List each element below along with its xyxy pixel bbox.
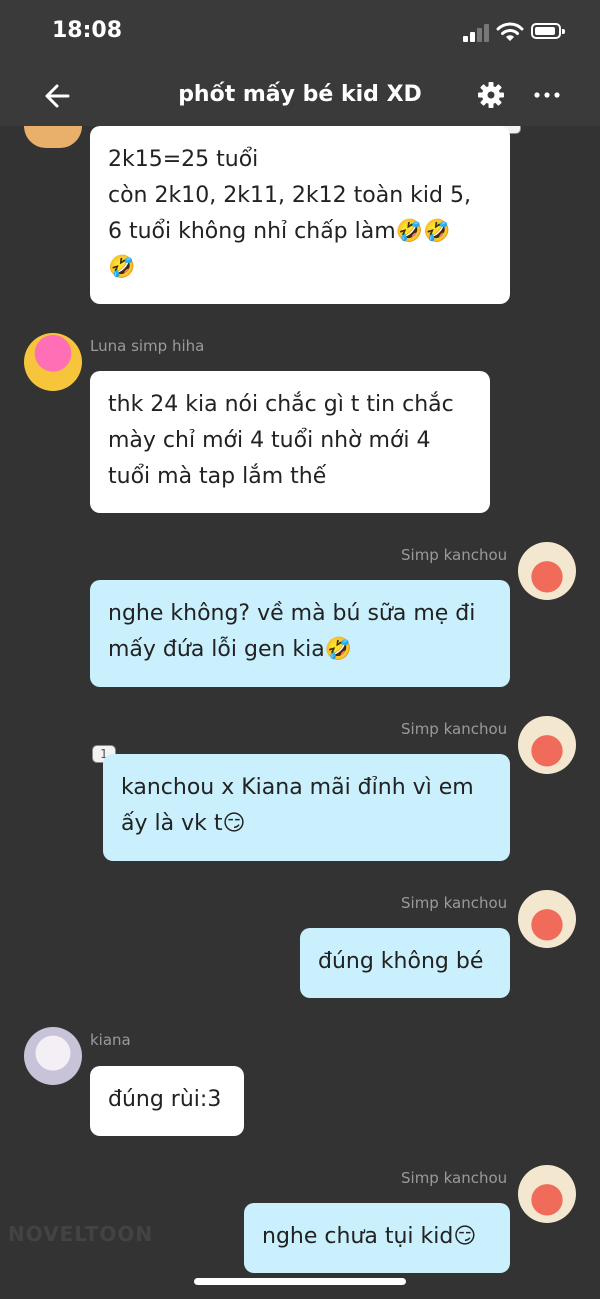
- message-line: 🤣: [108, 255, 136, 280]
- wifi-icon: [496, 22, 524, 41]
- message-line: nghe chưa tụi kid😏: [262, 1224, 477, 1249]
- home-indicator[interactable]: [194, 1278, 406, 1285]
- sender-name: kiana: [90, 1031, 131, 1049]
- message-line: đúng rùi:3: [108, 1087, 222, 1112]
- chat-title: phốt mấy bé kid XD: [178, 82, 422, 107]
- settings-gear-icon[interactable]: [476, 80, 506, 110]
- avatar-simp-kanchou[interactable]: [518, 716, 576, 774]
- message-bubble[interactable]: kanchou x Kiana mãi đỉnh vì em ấy là vk …: [103, 754, 510, 861]
- battery-icon: [531, 23, 565, 39]
- status-time: 18:08: [52, 18, 123, 43]
- message-line: nghe không? về mà bú sữa mẹ đi: [108, 601, 476, 626]
- message-line: tuổi mà tap lắm thế: [108, 464, 327, 489]
- message-bubble[interactable]: đúng không bé: [300, 928, 510, 998]
- message-bubble[interactable]: nghe không? về mà bú sữa mẹ đi mấy đứa l…: [90, 580, 510, 687]
- watermark: NOVELTOON: [8, 1222, 154, 1246]
- status-bar: 18:08: [0, 0, 600, 66]
- message-bubble[interactable]: đúng rùi:3: [90, 1066, 244, 1136]
- message-line: 2k15=25 tuổi: [108, 147, 259, 172]
- avatar-simp-kanchou[interactable]: [518, 542, 576, 600]
- avatar-simp-kanchou[interactable]: [518, 1165, 576, 1223]
- sender-name: Simp kanchou: [401, 1169, 508, 1187]
- message-bubble[interactable]: thk 24 kia nói chắc gì t tin chắc mày ch…: [90, 371, 490, 513]
- message-line: mấy đứa lỗi gen kia🤣: [108, 637, 353, 662]
- more-dots-icon[interactable]: [532, 80, 562, 110]
- avatar-kiana[interactable]: [24, 1027, 82, 1085]
- message-line: đúng không bé: [318, 949, 484, 974]
- message-bubble[interactable]: nghe chưa tụi kid😏: [244, 1203, 510, 1273]
- message-line: ấy là vk t😏: [121, 811, 246, 836]
- avatar-luna[interactable]: [24, 333, 82, 391]
- message-line: 6 tuổi không nhỉ chấp làm🤣🤣: [108, 219, 451, 244]
- sender-name: Simp kanchou: [401, 546, 508, 564]
- chat-header: phốt mấy bé kid XD: [0, 66, 600, 126]
- sender-name: Luna simp hiha: [90, 337, 205, 355]
- message-bubble[interactable]: 2k15=25 tuổi còn 2k10, 2k11, 2k12 toàn k…: [90, 126, 510, 304]
- sender-name: Simp kanchou: [401, 720, 508, 738]
- sender-name: Simp kanchou: [401, 894, 508, 912]
- message-line: còn 2k10, 2k11, 2k12 toàn kid 5,: [108, 183, 471, 208]
- signal-icon: [463, 24, 491, 42]
- message-line: kanchou x Kiana mãi đỉnh vì em: [121, 775, 474, 800]
- message-line: mày chỉ mới 4 tuổi nhờ mới 4: [108, 428, 431, 453]
- message-line: thk 24 kia nói chắc gì t tin chắc: [108, 392, 454, 417]
- avatar-simp-kanchou[interactable]: [518, 890, 576, 948]
- avatar-top-cropped[interactable]: [24, 126, 82, 148]
